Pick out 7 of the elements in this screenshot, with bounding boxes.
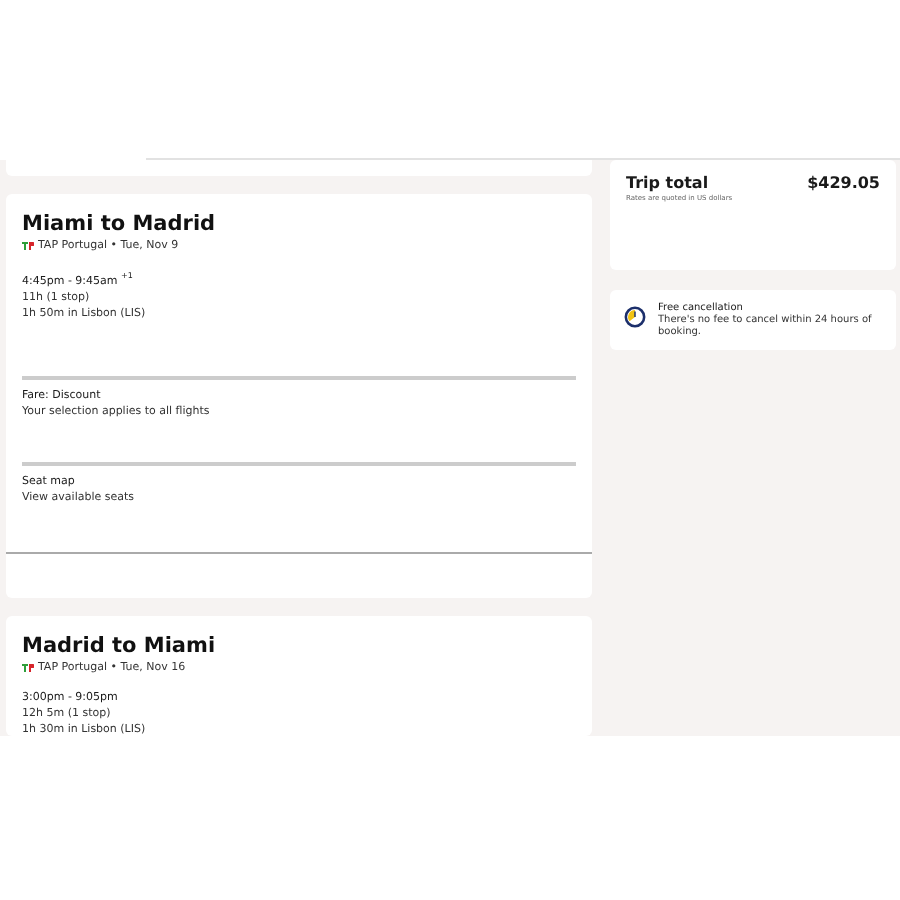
airline-logo-icon [22,242,34,251]
clock-icon [624,306,646,328]
airline-logo-icon [22,664,34,672]
flight-title: Madrid to Miami [22,634,218,658]
flight-title: Miami to Madrid [22,212,218,237]
trip-total-amount: $429.05 [807,174,880,192]
trip-total-label: Trip total [626,174,709,192]
